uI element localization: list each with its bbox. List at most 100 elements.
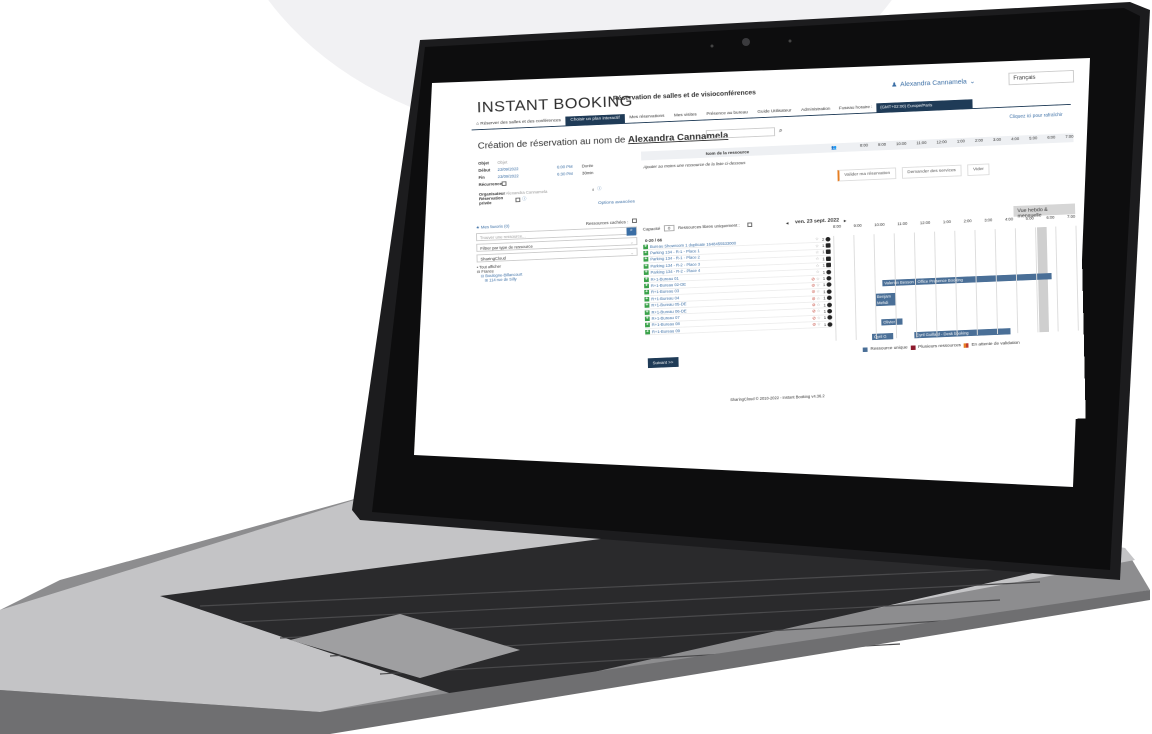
recurrence-checkbox[interactable] bbox=[501, 180, 507, 186]
time-tick-label: 10:00 bbox=[896, 141, 907, 147]
tab-book[interactable]: ⌂ Réserver des salles et des conférences bbox=[471, 117, 565, 130]
capacity-input[interactable]: 0 bbox=[663, 224, 675, 232]
search-icon[interactable]: ⌕ bbox=[626, 227, 637, 236]
add-icon[interactable]: + bbox=[644, 303, 650, 309]
add-icon[interactable]: + bbox=[643, 263, 649, 269]
start-time[interactable]: 6:00 PM bbox=[557, 163, 582, 169]
add-icon[interactable]: + bbox=[643, 250, 649, 256]
add-resource-hint: Ajouter au moins une ressource de la lis… bbox=[643, 160, 746, 170]
people-icon: 👥 bbox=[831, 145, 837, 150]
legend-pending: En attente de validation bbox=[971, 341, 1020, 348]
tab-my-reservations[interactable]: Mes réservations bbox=[624, 112, 669, 123]
event-bar[interactable]: Mehdi bbox=[875, 299, 897, 307]
add-icon[interactable]: + bbox=[645, 322, 650, 328]
chevron-down-icon: ⌄ bbox=[630, 250, 634, 255]
duration-value: 30min bbox=[581, 170, 594, 175]
parking-icon bbox=[825, 256, 831, 261]
alert-icon: ⊘ bbox=[811, 302, 816, 308]
alert-icon: ⊘ bbox=[812, 322, 817, 327]
object-label: Objet bbox=[478, 160, 489, 166]
info-icon[interactable]: ⓘ bbox=[522, 196, 526, 202]
tab-office-presence[interactable]: Présence au bureau bbox=[701, 109, 752, 120]
resource-list: + Bureau Showroom 1 duplicate 16484555330… bbox=[643, 236, 833, 336]
time-tick-label: 9:00 bbox=[853, 223, 862, 228]
end-label: Fin bbox=[478, 174, 485, 180]
footer: SharingCloud © 2010-2022 - Instant Booki… bbox=[730, 393, 825, 402]
add-icon[interactable]: + bbox=[644, 283, 649, 289]
user-menu[interactable]: ♟ Alexandra Cannamela ⌄ bbox=[891, 78, 975, 89]
hidden-resources-toggle[interactable]: Ressources cachées : bbox=[586, 218, 637, 226]
add-icon[interactable]: + bbox=[644, 309, 650, 315]
add-icon[interactable]: + bbox=[644, 296, 650, 302]
resource-search-input[interactable] bbox=[705, 127, 776, 140]
time-tick-label: 11:00 bbox=[916, 140, 927, 146]
person-icon bbox=[827, 308, 833, 314]
prev-day-button[interactable]: ◄ bbox=[785, 220, 789, 225]
tab-my-visits[interactable]: Mes visites bbox=[669, 111, 702, 121]
add-icon[interactable]: + bbox=[644, 316, 650, 322]
add-icon[interactable]: + bbox=[644, 289, 650, 295]
tab-user-guide[interactable]: Guide Utilisateur bbox=[753, 107, 797, 118]
time-tick-label: 11:00 bbox=[897, 221, 908, 227]
search-icon[interactable]: ⌕ bbox=[592, 187, 594, 192]
user-name: Alexandra Cannamela bbox=[900, 78, 967, 88]
search-icon[interactable]: ⌕ bbox=[779, 128, 783, 135]
add-icon[interactable]: + bbox=[643, 270, 649, 276]
favorites-link[interactable]: ★ Mes favoris (0) bbox=[476, 224, 510, 231]
grid-line bbox=[853, 235, 857, 340]
time-tick-label: 3:00 bbox=[992, 137, 1002, 142]
resource-column-header: Nom de la ressource bbox=[705, 149, 750, 156]
start-label: Début bbox=[478, 167, 491, 173]
alert-icon: ⊘ bbox=[812, 309, 816, 314]
time-tick-label: 7:00 bbox=[1065, 134, 1074, 139]
alert-icon: ⊘ bbox=[811, 289, 816, 295]
page-title: Création de réservation au nom de Alexan… bbox=[477, 131, 729, 152]
time-tick-label: 9:00 bbox=[877, 142, 887, 147]
validate-button[interactable]: Valider ma réservation bbox=[837, 167, 896, 182]
person-icon bbox=[826, 269, 832, 275]
location-tree: • Tout afficher ⊟ France ⊟ Boulogne-Bill… bbox=[477, 258, 638, 283]
refresh-link[interactable]: Cliquez ici pour rafraîchir bbox=[1009, 112, 1062, 120]
app-title: Réservation de salles et de visioconfére… bbox=[612, 89, 756, 103]
person-icon bbox=[826, 289, 832, 294]
event-bar[interactable]: Olivier bbox=[881, 318, 903, 326]
end-time[interactable]: 6:30 PM bbox=[557, 171, 582, 176]
webcam-icon bbox=[742, 38, 750, 46]
next-day-button[interactable]: ► bbox=[843, 218, 847, 223]
chevron-down-icon: ⌄ bbox=[629, 239, 634, 245]
time-tick-label: 8:00 bbox=[859, 142, 869, 148]
info-icon[interactable]: ⓘ bbox=[597, 186, 601, 192]
private-checkbox[interactable] bbox=[515, 197, 521, 202]
advanced-options-link[interactable]: Options avancées bbox=[598, 200, 635, 206]
time-tick-label: 10:00 bbox=[874, 222, 885, 228]
add-icon[interactable]: + bbox=[645, 329, 651, 335]
person-icon bbox=[827, 321, 833, 327]
tab-interactive-map[interactable]: Choisir un plan interactif bbox=[565, 114, 625, 126]
timezone-label: Fuseau horaire : bbox=[838, 105, 873, 112]
clear-button[interactable]: Vider bbox=[967, 163, 990, 176]
add-icon[interactable]: + bbox=[643, 257, 649, 263]
time-tick-label: 5:00 bbox=[1029, 135, 1038, 141]
services-button[interactable]: Demander des services bbox=[901, 164, 962, 179]
duration-label: Durée bbox=[581, 162, 594, 168]
add-icon[interactable]: + bbox=[643, 276, 649, 282]
time-tick-label: 6:00 bbox=[1046, 215, 1055, 220]
parking-icon bbox=[826, 262, 832, 268]
recurrence-label: Récurrence bbox=[478, 181, 502, 187]
grid-line bbox=[833, 235, 836, 341]
app-screen: INSTANT BOOKING Réservation de salles et… bbox=[463, 62, 1086, 444]
parking-icon bbox=[825, 249, 831, 255]
event-bar[interactable]: Valentin Besson - Office Presence Bookin… bbox=[882, 273, 1052, 287]
time-tick-label: 12:00 bbox=[919, 220, 931, 226]
next-page-button[interactable]: Suivant >> bbox=[647, 357, 679, 369]
grid-line bbox=[974, 229, 978, 335]
tab-administration[interactable]: Administration bbox=[796, 105, 835, 116]
object-input[interactable]: Objet bbox=[497, 159, 507, 164]
legend: Ressource unique Plusieurs ressources En… bbox=[862, 341, 1020, 353]
person-icon bbox=[826, 295, 832, 301]
language-select[interactable]: Français bbox=[1008, 69, 1075, 86]
time-tick-label: 2:00 bbox=[963, 218, 972, 224]
add-icon[interactable]: + bbox=[643, 243, 649, 249]
timezone-select[interactable]: (GMT+02:00) Europe/Paris bbox=[876, 99, 973, 113]
free-only-checkbox[interactable] bbox=[747, 222, 753, 227]
